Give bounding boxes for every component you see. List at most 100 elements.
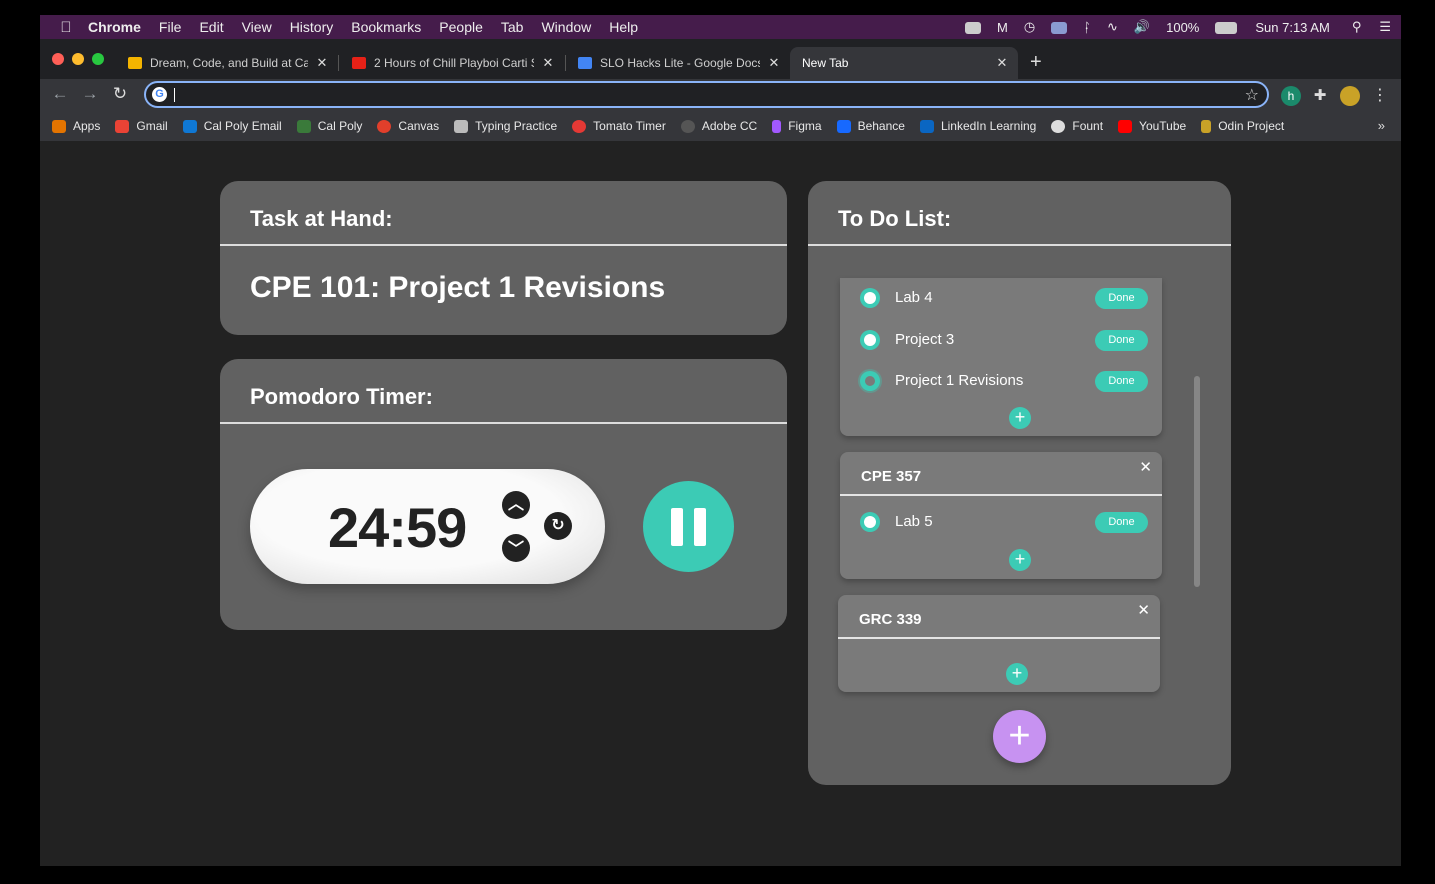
current-task-title: CPE 101: Project 1 Revisions <box>250 271 666 304</box>
bookmark-star-icon[interactable]: ☆ <box>1245 85 1259 105</box>
menu-bookmarks[interactable]: Bookmarks <box>351 19 421 35</box>
bookmarks-overflow-icon[interactable]: » <box>1378 118 1385 133</box>
outlook-icon <box>182 119 197 133</box>
time-machine-icon[interactable]: ◷ <box>1024 19 1035 35</box>
bookmark-odin-project[interactable]: Odin Project <box>1201 119 1284 133</box>
extensions-puzzle-icon[interactable]: ✚ <box>1310 86 1330 106</box>
bookmark-linkedin-learning[interactable]: LinkedIn Learning <box>919 119 1036 133</box>
close-tab-icon[interactable]: ✕ <box>540 55 556 71</box>
menu-kebab-icon[interactable]: ⋮ <box>1370 86 1390 106</box>
menu-help[interactable]: Help <box>609 19 638 35</box>
creative-cloud-icon[interactable] <box>965 20 982 35</box>
list-title: CPE 357 <box>840 452 1162 496</box>
bookmark-fount[interactable]: Fount <box>1051 119 1103 133</box>
tomato-icon <box>572 119 587 133</box>
task-select-radio[interactable] <box>860 330 880 350</box>
done-button[interactable]: Done <box>1095 330 1148 351</box>
close-list-icon[interactable]: ✕ <box>1137 601 1150 619</box>
behance-icon <box>836 119 851 133</box>
task-select-radio[interactable] <box>860 512 880 532</box>
close-tab-icon[interactable]: ✕ <box>314 55 330 71</box>
add-list-button[interactable]: + <box>993 710 1046 763</box>
add-item-button[interactable]: + <box>1009 549 1031 571</box>
bookmark-gmail[interactable]: Gmail <box>115 119 168 133</box>
pomodoro-timer-heading: Pomodoro Timer: <box>220 359 787 424</box>
battery-percent[interactable]: 100% <box>1166 20 1199 35</box>
malwarebytes-icon[interactable]: M <box>997 20 1008 35</box>
menu-view[interactable]: View <box>242 19 272 35</box>
pause-icon <box>671 508 683 546</box>
menu-file[interactable]: File <box>159 19 182 35</box>
menu-people[interactable]: People <box>439 19 483 35</box>
notification-center-icon[interactable]: ☰ <box>1379 19 1391 35</box>
bookmark-youtube[interactable]: YouTube <box>1118 119 1186 133</box>
odin-project-icon <box>1201 119 1212 133</box>
list-item-label: Project 1 Revisions <box>895 372 1024 389</box>
wifi-icon[interactable]: ∿ <box>1107 19 1118 35</box>
tab-new-tab[interactable]: New Tab ✕ <box>790 47 1018 79</box>
task-at-hand-heading: Task at Hand: <box>220 181 787 246</box>
close-list-icon[interactable]: ✕ <box>1139 458 1152 476</box>
menu-app-chrome[interactable]: Chrome <box>88 19 141 35</box>
tab-google-docs[interactable]: SLO Hacks Lite - Google Docs ✕ <box>568 47 790 79</box>
apps-grid-icon <box>52 119 66 133</box>
text-caret <box>174 88 175 102</box>
add-item-button[interactable]: + <box>1009 407 1031 429</box>
todo-list-card: To Do List: Lab 4 Done Project 3 Done Pr… <box>808 181 1231 785</box>
apple-icon[interactable]:  <box>48 19 84 36</box>
flag-icon[interactable] <box>1051 20 1068 35</box>
back-arrow-icon[interactable]: ← <box>50 84 70 104</box>
close-tab-icon[interactable]: ✕ <box>766 55 782 71</box>
bookmark-cal-poly[interactable]: Cal Poly <box>296 119 362 133</box>
bookmark-typing-practice[interactable]: Typing Practice <box>454 119 557 133</box>
chevron-down-icon[interactable]: ﹀ <box>502 534 530 562</box>
profile-avatar[interactable] <box>1340 86 1360 106</box>
close-tab-icon[interactable]: ✕ <box>994 55 1010 71</box>
list-item: Project 1 Revisions Done <box>860 369 1150 393</box>
youtube-favicon-icon <box>352 57 366 69</box>
close-window-icon[interactable] <box>52 53 64 65</box>
spotlight-icon[interactable]: ⚲ <box>1352 19 1362 35</box>
canvas-icon <box>377 119 392 133</box>
extension-icon[interactable]: h <box>1281 86 1301 106</box>
task-select-radio[interactable] <box>860 371 880 391</box>
menu-edit[interactable]: Edit <box>199 19 223 35</box>
bookmark-apps[interactable]: Apps <box>52 119 100 133</box>
bookmark-tomato-timer[interactable]: Tomato Timer <box>572 119 666 133</box>
done-button[interactable]: Done <box>1095 371 1148 392</box>
menu-history[interactable]: History <box>290 19 334 35</box>
add-item-button[interactable]: + <box>1006 663 1028 685</box>
reset-icon[interactable]: ↻ <box>544 512 572 540</box>
bookmark-canvas[interactable]: Canvas <box>377 119 439 133</box>
google-icon: G <box>152 87 167 102</box>
forward-arrow-icon[interactable]: → <box>80 84 100 104</box>
task-select-radio[interactable] <box>860 288 880 308</box>
tab-youtube-playboi-carti[interactable]: 2 Hours of Chill Playboi Carti S ✕ <box>342 47 564 79</box>
zoom-window-icon[interactable] <box>92 53 104 65</box>
fount-icon <box>1051 119 1066 133</box>
volume-icon[interactable]: 🔊 <box>1134 19 1150 35</box>
bookmark-behance[interactable]: Behance <box>836 119 905 133</box>
menu-tab[interactable]: Tab <box>501 19 524 35</box>
chevron-up-icon[interactable]: ︿ <box>502 491 530 519</box>
battery-icon[interactable] <box>1215 20 1238 35</box>
tab-separator <box>338 55 339 71</box>
browser-toolbar: ← → ↻ G ☆ h ✚ ⋮ <box>40 79 1401 111</box>
clock[interactable]: Sun 7:13 AM <box>1255 20 1329 35</box>
bookmark-figma[interactable]: Figma <box>772 119 822 133</box>
new-tab-button[interactable]: + <box>1030 51 1042 74</box>
todo-scrollbar[interactable] <box>1194 376 1200 587</box>
tab-calhacks[interactable]: Dream, Code, and Build at Cal P ✕ <box>118 47 338 79</box>
bluetooth-icon[interactable]: ᛛ <box>1083 20 1091 35</box>
minimize-window-icon[interactable] <box>72 53 84 65</box>
address-bar[interactable]: G ☆ <box>144 81 1269 108</box>
reload-icon[interactable]: ↻ <box>110 84 130 104</box>
bookmark-cal-poly-email[interactable]: Cal Poly Email <box>182 119 282 133</box>
tab-strip: Dream, Code, and Build at Cal P ✕ 2 Hour… <box>40 39 1401 79</box>
pomodoro-timer-card: Pomodoro Timer: 24:59 ︿ ﹀ ↻ <box>220 359 787 630</box>
done-button[interactable]: Done <box>1095 512 1148 533</box>
done-button[interactable]: Done <box>1095 288 1148 309</box>
pause-button[interactable] <box>643 481 734 572</box>
bookmark-adobe-cc[interactable]: Adobe CC <box>680 119 757 133</box>
menu-window[interactable]: Window <box>541 19 591 35</box>
